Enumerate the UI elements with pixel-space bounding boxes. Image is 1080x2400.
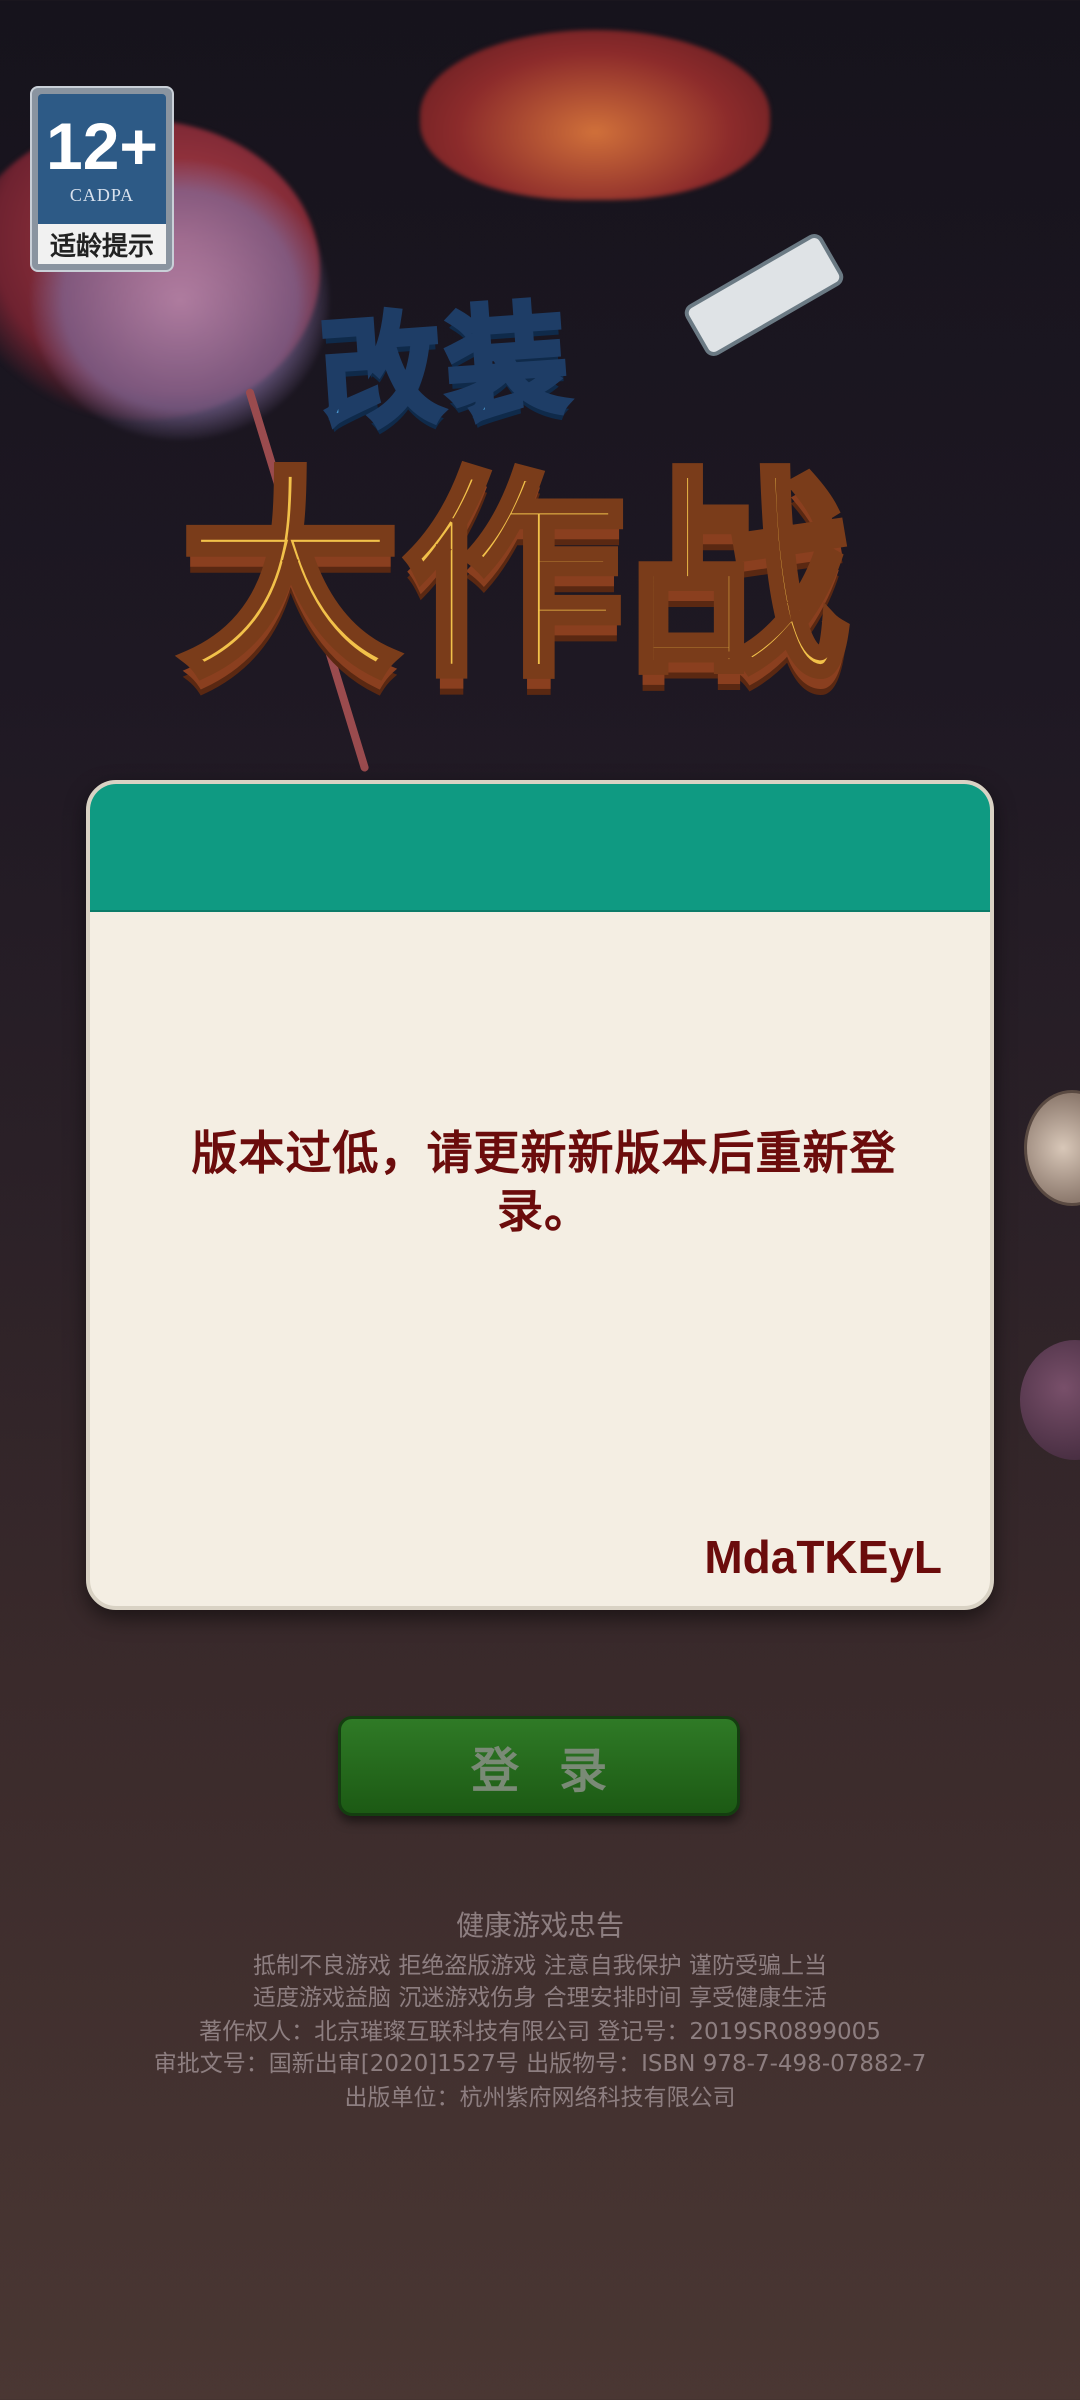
health-notice-title: 健康游戏忠告 (455, 1909, 624, 1942)
dialog-message: 版本过低，请更新新版本后重新登录。 (191, 1126, 897, 1238)
lantern-decoration (420, 30, 770, 200)
approval-line: 审批文号：国新出审[2020]1527号 出版物号：ISBN 978-7-498… (153, 2051, 927, 2077)
logo-line2: 大作战 (176, 446, 853, 710)
age-rating-label: 适龄提示 (38, 224, 166, 264)
age-rating-badge: 12+ CADPA 适龄提示 (30, 86, 174, 272)
dialog-code: MdaTKEyL (704, 1531, 942, 1583)
health-notice-line: 抵制不良游戏 拒绝盗版游戏 注意自我保护 谨防受骗上当 (253, 1953, 827, 1979)
age-rating-org: CADPA (69, 184, 135, 205)
copyright-line: 著作权人：北京璀璨互联科技有限公司 登记号：2019SR0899005 (199, 2019, 881, 2045)
update-dialog: 版本过低，请更新新版本后重新登录。 MdaTKEyL (86, 780, 994, 1610)
health-notice-line: 适度游戏益脑 沉迷游戏伤身 合理安排时间 享受健康生活 (253, 1985, 827, 2011)
paint-roller-icon (681, 230, 847, 360)
dialog-header (90, 784, 990, 912)
side-bubble-decoration (1020, 1340, 1080, 1460)
side-coin-decoration (1024, 1090, 1080, 1206)
age-rating: 12+ (46, 108, 158, 183)
publisher-line: 出版单位：杭州紫府网络科技有限公司 (344, 2085, 736, 2111)
login-button[interactable]: 登录 (338, 1716, 740, 1816)
game-logo: 改装 大作战 (176, 230, 920, 710)
